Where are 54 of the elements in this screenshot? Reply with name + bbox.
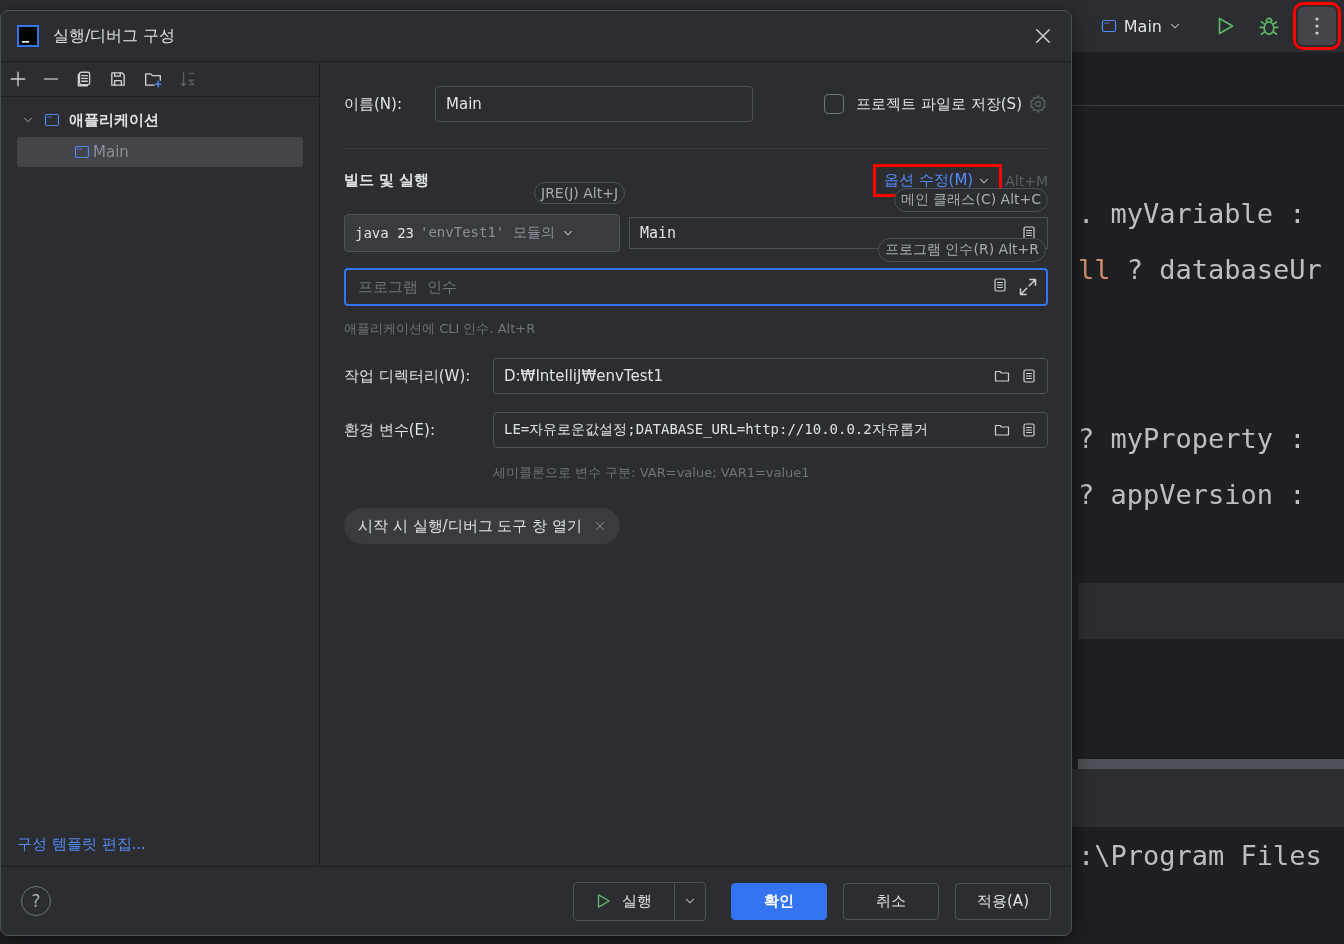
field-label: 환경 변수(E): <box>344 420 436 440</box>
ok-button[interactable]: 확인 <box>731 882 827 920</box>
shortcut-hint: JRE(J) Alt+J <box>534 182 626 204</box>
gear-icon <box>1028 94 1048 114</box>
window-icon <box>1099 18 1118 34</box>
hint-text: 세미콜론으로 변수 구분: VAR=value; VAR1=value1 <box>493 464 811 482</box>
new-folder-icon <box>143 70 163 88</box>
field-label: 이름(N): <box>344 94 403 114</box>
minus-icon <box>43 78 59 80</box>
run-dialog-button[interactable]: 실행 <box>574 882 675 920</box>
run-config-selector[interactable]: Main <box>1093 15 1188 37</box>
tree-item[interactable]: 애플리케이션 <box>17 105 303 135</box>
document-icon <box>1021 368 1037 384</box>
environment-variables-field[interactable]: LE=자유로운값설정;DATABASE_URL=http://10.0.0.2자유롭거 <box>493 412 1048 448</box>
edit-templates-link[interactable]: 구성 템플릿 편집... <box>17 835 146 854</box>
option-chip[interactable]: 시작 시 실행/디버그 도구 창 열기 <box>344 508 620 544</box>
code-line: ll ? databaseUr <box>1078 253 1322 287</box>
apply-button[interactable]: 적용(A) <box>955 882 1051 920</box>
working-directory-field[interactable]: D:₩IntelliJ₩envTest1 <box>493 358 1048 394</box>
terminal-line: :\Program Files <box>1078 839 1322 873</box>
code-line: ? appVersion : <box>1078 478 1306 512</box>
checkbox-label: 프로젝트 파일로 저장(S) <box>856 94 1022 114</box>
document-icon <box>1021 225 1037 241</box>
checkbox[interactable] <box>824 94 845 114</box>
shortcut-hint: 프로그램 인수(R) Alt+R <box>878 238 1046 262</box>
cancel-button[interactable]: 취소 <box>843 882 939 920</box>
bug-icon <box>1258 15 1280 37</box>
section-title: 빌드 및 실행 <box>344 171 430 190</box>
plus-icon <box>9 70 27 88</box>
window-icon <box>43 112 61 128</box>
field-label: 작업 디렉터리(W): <box>344 366 472 386</box>
jre-dropdown[interactable]: java 23 'envTest1' 모듈의 <box>344 214 620 252</box>
shortcut-hint: 메인 클래스(C) Alt+C <box>894 188 1049 212</box>
remove-icon <box>593 520 606 532</box>
document-icon <box>992 277 1008 293</box>
run-split-button[interactable]: 실행 <box>573 881 706 921</box>
app-logo-icon <box>17 25 39 47</box>
expand-icon <box>1018 277 1038 297</box>
sort-icon <box>179 70 197 88</box>
name-field[interactable]: Main <box>435 86 753 122</box>
program-arguments-field[interactable]: 프로그램 인수 <box>344 268 1048 306</box>
scrollbar[interactable] <box>1078 759 1344 769</box>
folder-icon <box>993 368 1011 384</box>
code-line: ? myProperty : <box>1078 422 1306 456</box>
dialog-title: 실행/디버그 구성 <box>53 25 176 47</box>
folder-icon <box>993 422 1011 438</box>
document-icon <box>1021 422 1037 438</box>
copy-icon <box>75 70 93 88</box>
code-line: . myVariable : <box>1078 197 1306 231</box>
save-icon <box>109 70 127 88</box>
hint-text: 애플리케이션에 CLI 인수. Alt+R <box>344 320 537 338</box>
window-icon <box>73 144 91 160</box>
more-icon <box>1315 17 1319 35</box>
close-icon <box>1033 26 1053 46</box>
